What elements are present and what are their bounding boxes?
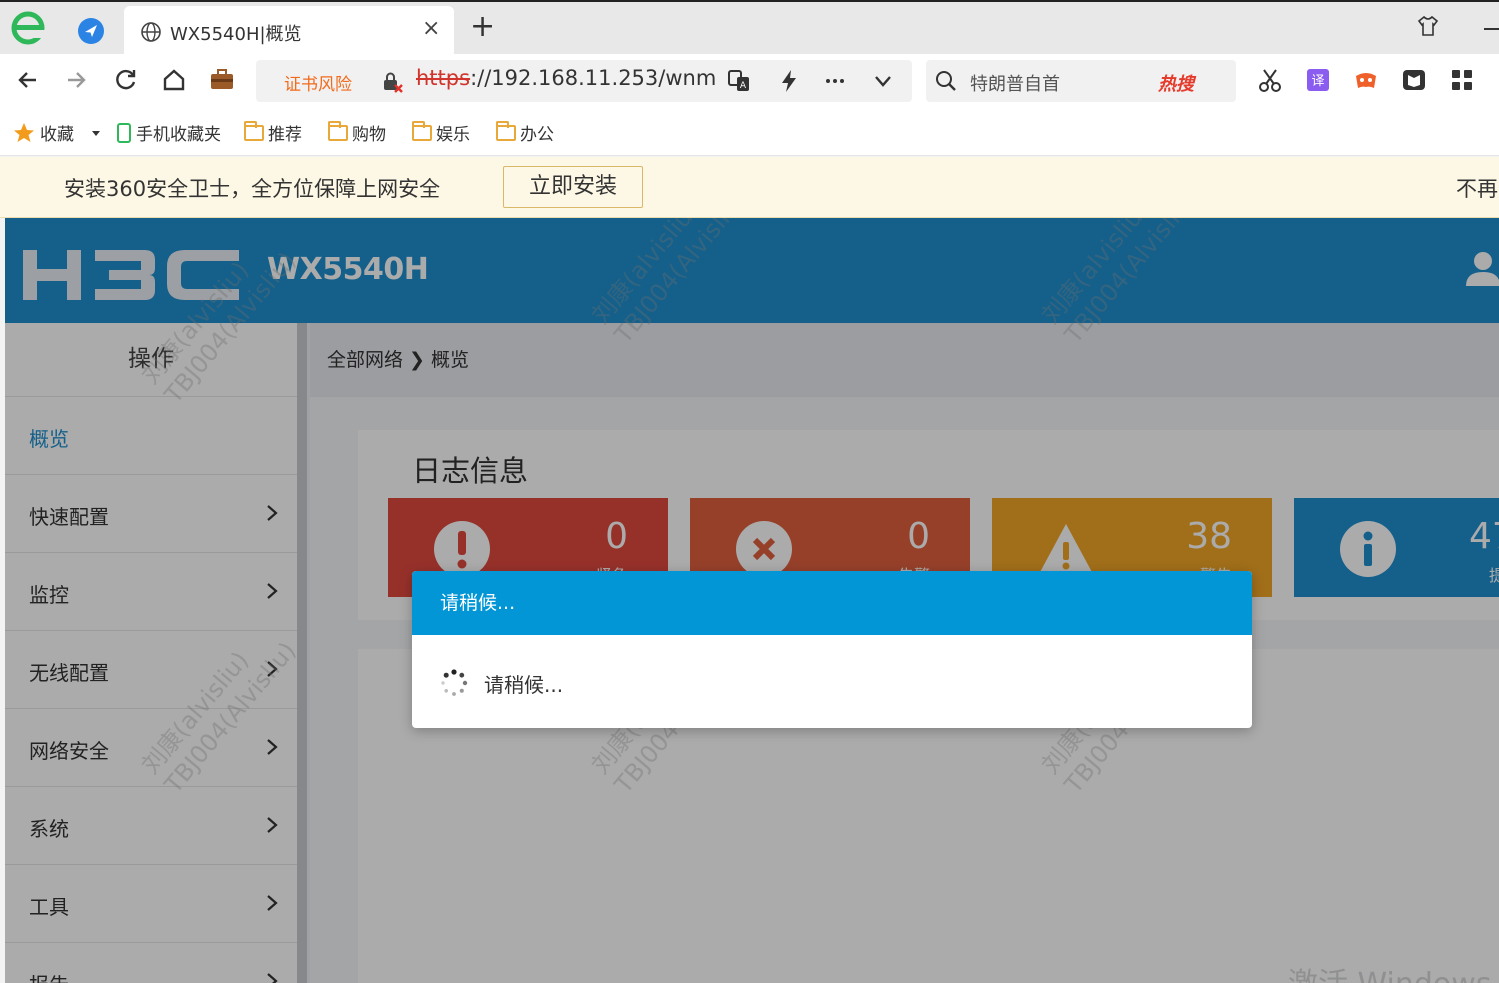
loading-spinner-icon (441, 669, 468, 696)
forward-arrow-icon[interactable] (62, 66, 90, 94)
more-dots-icon[interactable] (822, 68, 848, 94)
url-protocol: https (416, 66, 471, 90)
active-tab[interactable]: WX5540H|概览 × (124, 6, 454, 56)
dialog-body: 请稍候... (412, 635, 1252, 728)
folder-icon (328, 120, 348, 141)
lightning-icon[interactable] (776, 68, 802, 94)
translate-extension-icon[interactable]: 译 (1304, 66, 1332, 94)
url-text[interactable]: https://192.168.11.253/wnm/fi (416, 66, 716, 90)
svg-text:译: 译 (1311, 74, 1324, 89)
apps-grid-icon[interactable] (1448, 66, 1476, 94)
notice-text: 安装360安全卫士，全方位保障上网安全 (64, 177, 441, 201)
bookmark-recommend-label: 推荐 (268, 125, 302, 145)
bookmarks-bar: 收藏 手机收藏夹 推荐 购物 娱乐 办公 (0, 106, 1499, 156)
bookmark-mobile[interactable]: 手机收藏夹 (116, 120, 221, 145)
search-suggestion[interactable]: 特朗普自首 (970, 70, 1060, 96)
dialog-message: 请稍候... (484, 673, 564, 697)
reader-icon[interactable] (1400, 66, 1428, 94)
browser-toolbar: 证书风险 https://192.168.11.253/wnm/fi A 特朗普… (0, 54, 1499, 106)
hot-search-label[interactable]: 热搜 (1158, 70, 1194, 96)
caret-down-icon[interactable] (88, 125, 104, 141)
insecure-lock-icon[interactable] (380, 70, 404, 94)
browser-logo-icon[interactable] (10, 10, 46, 46)
chevron-down-icon[interactable] (870, 68, 896, 94)
search-icon[interactable] (934, 69, 958, 93)
install-notice-bar: 安装360安全卫士，全方位保障上网安全 立即安装 不再 (0, 157, 1499, 218)
scissors-icon[interactable] (1256, 66, 1284, 94)
back-arrow-icon[interactable] (14, 66, 42, 94)
pinned-tab-icon[interactable] (76, 16, 106, 46)
bookmark-mobile-label: 手机收藏夹 (136, 125, 221, 145)
loading-dialog: 请稍候... 请稍候... (412, 571, 1252, 728)
bookmark-office-label: 办公 (520, 125, 554, 145)
dismiss-notice-link[interactable]: 不再 (1456, 173, 1498, 203)
bookmark-office[interactable]: 办公 (496, 120, 554, 145)
bookmark-entertainment-label: 娱乐 (436, 125, 470, 145)
bookmark-shopping-label: 购物 (352, 125, 386, 145)
url-path: ://192.168.11.253/wnm/fi (470, 66, 716, 90)
folder-icon (412, 120, 432, 141)
translate-icon[interactable]: A (726, 68, 752, 94)
dialog-title: 请稍候... (412, 571, 1252, 635)
bookmark-favorites-label: 收藏 (40, 125, 74, 145)
folder-icon (244, 120, 264, 141)
refresh-icon[interactable] (112, 66, 140, 94)
folder-icon (496, 120, 516, 141)
address-bar[interactable]: 证书风险 https://192.168.11.253/wnm/fi A (256, 60, 912, 102)
game-icon[interactable] (1352, 66, 1380, 94)
home-icon[interactable] (160, 66, 188, 94)
minimize-button[interactable] (1484, 28, 1499, 30)
svg-text:A: A (740, 81, 747, 91)
star-icon (14, 122, 34, 142)
tab-close-icon[interactable]: × (422, 18, 440, 40)
skin-shirt-icon[interactable] (1416, 14, 1440, 38)
bookmark-entertainment[interactable]: 娱乐 (412, 120, 470, 145)
bookmark-favorites[interactable]: 收藏 (12, 120, 104, 145)
briefcase-icon[interactable] (208, 66, 236, 94)
bookmark-shopping[interactable]: 购物 (328, 120, 386, 145)
certificate-risk-label[interactable]: 证书风险 (284, 70, 352, 95)
new-tab-button[interactable]: + (470, 12, 495, 42)
phone-icon (117, 122, 131, 143)
tab-title: WX5540H|概览 (170, 24, 302, 45)
browser-tab-bar: WX5540H|概览 × + (0, 0, 1499, 56)
search-box[interactable]: 特朗普自首 热搜 (926, 60, 1236, 102)
globe-icon (141, 22, 161, 42)
install-now-button[interactable]: 立即安装 (503, 166, 643, 208)
bookmark-recommend[interactable]: 推荐 (244, 120, 302, 145)
